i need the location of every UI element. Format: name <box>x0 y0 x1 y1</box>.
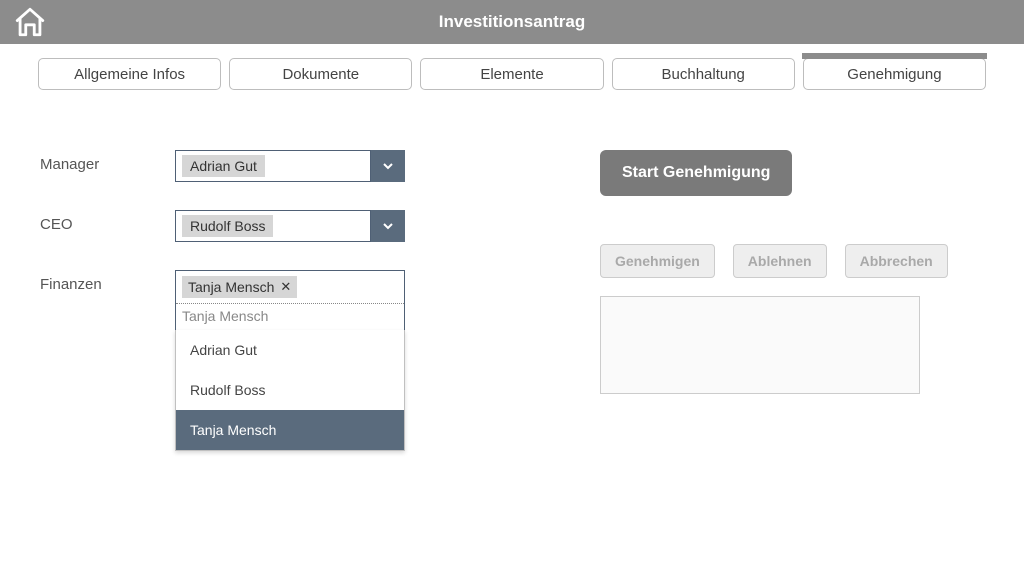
approval-actions-row: Genehmigen Ablehnen Abbrechen <box>600 244 948 278</box>
form-column: Manager Adrian Gut CEO Rudolf Boss <box>40 150 440 394</box>
select-value-box: Adrian Gut <box>175 150 371 182</box>
start-approval-button[interactable]: Start Genehmigung <box>600 150 792 196</box>
select-ceo[interactable]: Rudolf Boss <box>175 210 405 242</box>
multiselect-input[interactable]: Tanja Mensch <box>176 304 404 330</box>
tab-label: Genehmigung <box>847 66 941 83</box>
label-manager: Manager <box>40 150 175 173</box>
tab-label: Elemente <box>480 66 543 83</box>
select-caret-button[interactable] <box>371 150 405 182</box>
home-button[interactable] <box>10 2 50 42</box>
app-header: Investitionsantrag <box>0 0 1024 44</box>
tab-bar: Allgemeine Infos Dokumente Elemente Buch… <box>0 44 1024 90</box>
tab-label: Buchhaltung <box>662 66 745 83</box>
tab-label: Allgemeine Infos <box>74 66 185 83</box>
dropdown-option[interactable]: Rudolf Boss <box>176 370 404 410</box>
chevron-down-icon <box>380 158 396 174</box>
dropdown-option[interactable]: Tanja Mensch <box>176 410 404 450</box>
tab-genehmigung[interactable]: Genehmigung <box>803 58 986 90</box>
multiselect-selected-area: Tanja Mensch ✕ <box>176 271 404 304</box>
cancel-button[interactable]: Abbrechen <box>845 244 948 278</box>
multiselect-chip: Tanja Mensch ✕ <box>182 276 297 298</box>
chip-label: Tanja Mensch <box>188 279 274 295</box>
chip-remove-icon[interactable]: ✕ <box>280 279 291 295</box>
select-caret-button[interactable] <box>371 210 405 242</box>
content-area: Manager Adrian Gut CEO Rudolf Boss <box>0 90 1024 394</box>
comment-textarea[interactable] <box>600 296 920 394</box>
multiselect-finance[interactable]: Tanja Mensch ✕ Tanja Mensch Adrian Gut R… <box>175 270 405 331</box>
field-finance: Finanzen Tanja Mensch ✕ Tanja Mensch Adr… <box>40 270 440 331</box>
chevron-down-icon <box>380 218 396 234</box>
page-title: Investitionsantrag <box>0 12 1024 32</box>
tab-label: Dokumente <box>282 66 359 83</box>
dropdown-option[interactable]: Adrian Gut <box>176 330 404 370</box>
select-chip: Adrian Gut <box>182 155 265 177</box>
select-chip: Rudolf Boss <box>182 215 273 237</box>
field-manager: Manager Adrian Gut <box>40 150 440 182</box>
select-value-box: Rudolf Boss <box>175 210 371 242</box>
tab-buchhaltung[interactable]: Buchhaltung <box>612 58 795 90</box>
tab-elemente[interactable]: Elemente <box>420 58 603 90</box>
tab-dokumente[interactable]: Dokumente <box>229 58 412 90</box>
select-manager[interactable]: Adrian Gut <box>175 150 405 182</box>
home-icon <box>13 5 47 39</box>
tab-allgemeine-infos[interactable]: Allgemeine Infos <box>38 58 221 90</box>
dropdown-list: Adrian Gut Rudolf Boss Tanja Mensch <box>175 330 405 451</box>
field-ceo: CEO Rudolf Boss <box>40 210 440 242</box>
approve-button[interactable]: Genehmigen <box>600 244 715 278</box>
label-ceo: CEO <box>40 210 175 233</box>
reject-button[interactable]: Ablehnen <box>733 244 827 278</box>
label-finance: Finanzen <box>40 270 175 293</box>
actions-column: Start Genehmigung Genehmigen Ablehnen Ab… <box>440 150 984 394</box>
